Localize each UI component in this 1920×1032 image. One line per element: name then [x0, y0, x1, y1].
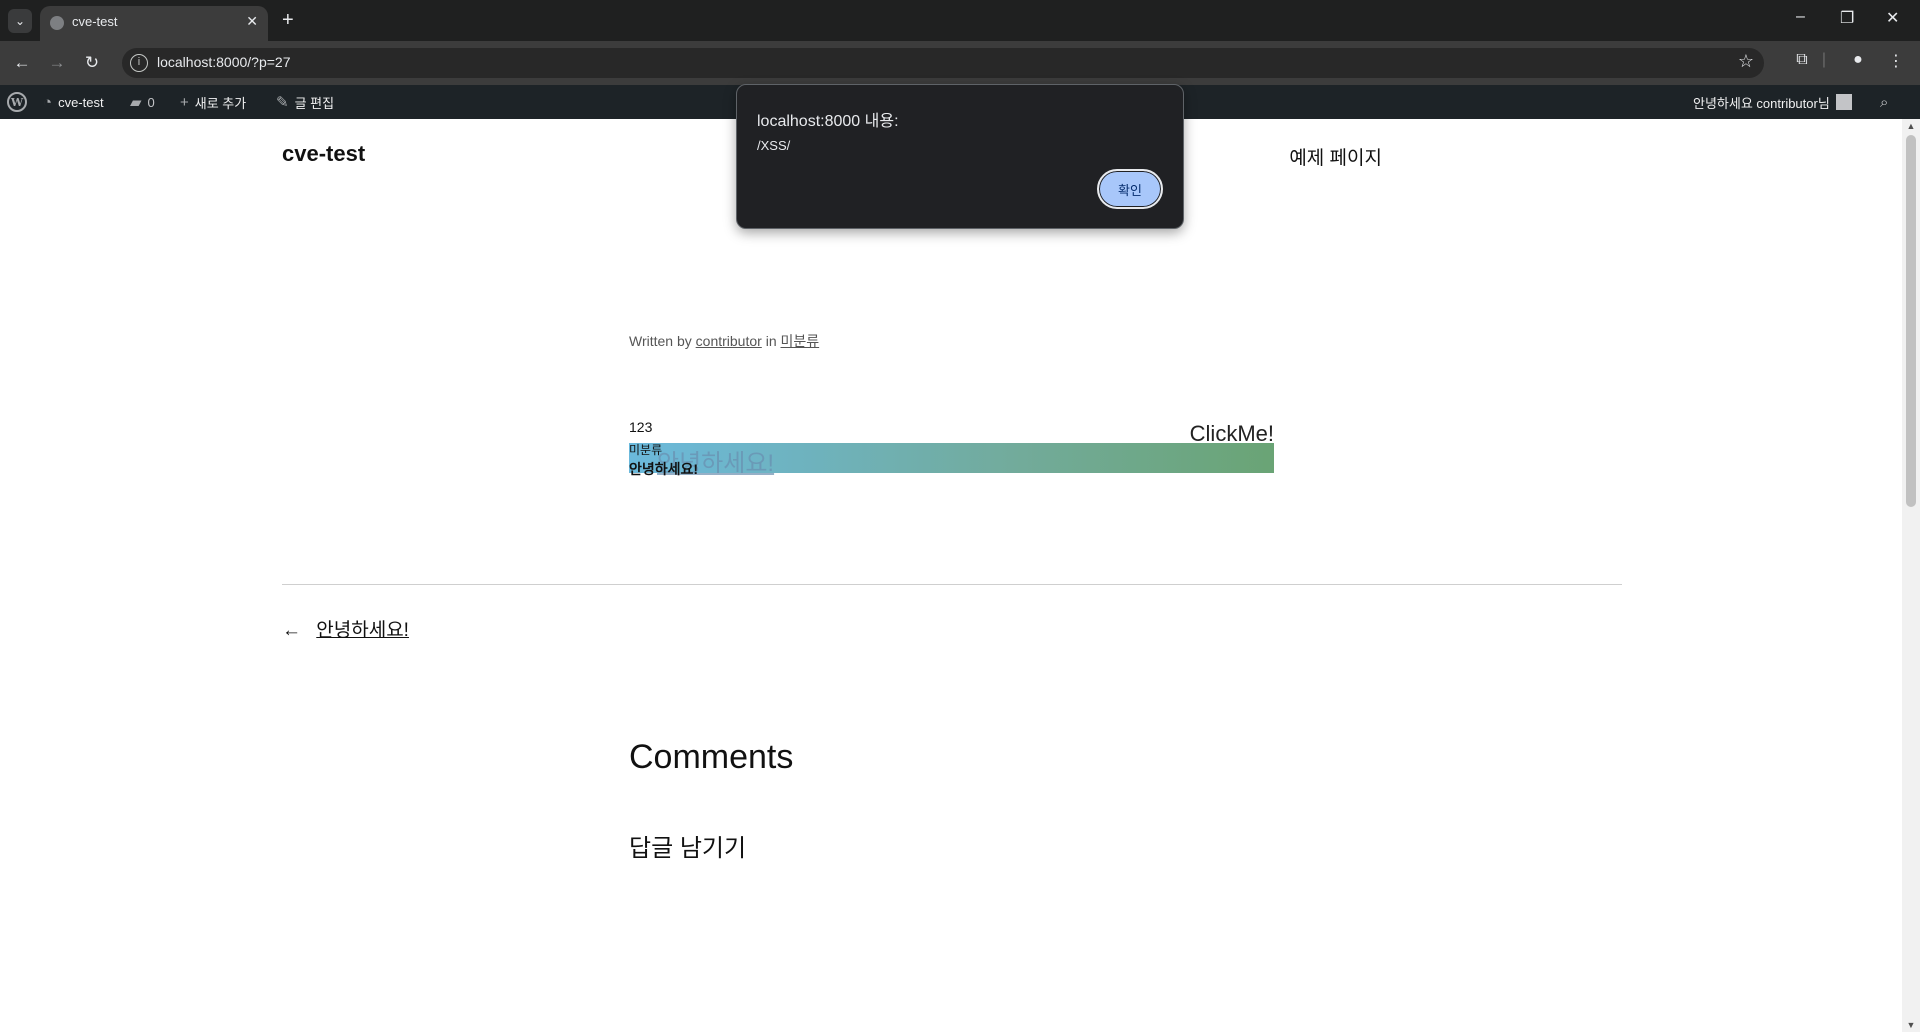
byline-in: in — [765, 333, 777, 349]
reply-heading: 답글 남기기 — [629, 835, 747, 862]
small-category-text: 미분류 — [629, 443, 663, 457]
comments-heading: Comments — [629, 738, 794, 776]
extensions-puzzle-icon[interactable]: ⧉ — [1790, 51, 1814, 69]
dialog-message: /XSS/ — [757, 138, 791, 153]
previous-post-title[interactable]: 안녕하세요! — [316, 620, 409, 641]
comment-bubble-icon: ▰ — [130, 94, 142, 111]
admin-bar-comments[interactable]: ▰ 0 — [130, 85, 155, 119]
window-close-icon[interactable]: ✕ — [1886, 8, 1899, 28]
dialog-heading: localhost:8000 내용: — [757, 113, 899, 130]
admin-bar-greeting: 안녕하세요 contributor님 — [1693, 95, 1830, 111]
admin-bar-site-name: cve-test — [58, 94, 104, 110]
admin-bar-account[interactable]: 안녕하세요 contributor님 — [1693, 85, 1852, 119]
browser-tabbar: ⌄ cve-test ✕ + – ❐ ✕ — [0, 0, 1920, 41]
comments-count: 0 — [147, 94, 155, 110]
tab-search-chevron-icon[interactable]: ⌄ — [8, 9, 32, 33]
bold-hello-text: 안녕하세요! — [629, 461, 699, 477]
plus-icon: + — [180, 93, 189, 111]
page-content: cve-test 예제 페이지 Written by contributor i… — [0, 119, 1902, 1032]
alert-dialog: localhost:8000 내용: /XSS/ 확인 — [736, 84, 1184, 229]
reload-icon[interactable]: ↻ — [80, 51, 104, 75]
search-icon: ⌕ — [1880, 93, 1889, 111]
admin-bar-search[interactable]: ⌕ — [1880, 85, 1888, 119]
post-byline: Written by contributor in 미분류 — [629, 331, 819, 351]
tab-close-icon[interactable]: ✕ — [246, 13, 258, 30]
bookmark-star-icon[interactable]: ☆ — [1738, 51, 1754, 72]
previous-post-link[interactable]: ← 안녕하세요! — [282, 615, 409, 642]
pencil-icon: ✎ — [276, 94, 289, 111]
scroll-up-arrow-icon[interactable]: ▲ — [1902, 121, 1920, 131]
admin-bar-edit-label: 글 편집 — [294, 95, 335, 111]
left-arrow-icon: ← — [282, 620, 301, 641]
author-link[interactable]: contributor — [696, 333, 762, 349]
nav-link-example-page[interactable]: 예제 페이지 — [1289, 143, 1382, 170]
wp-menu[interactable]: W — [7, 85, 27, 119]
profile-icon[interactable]: ● — [1846, 51, 1870, 69]
admin-bar-site[interactable]: ◔ cve-test — [43, 85, 104, 119]
globe-icon — [50, 16, 64, 30]
forward-arrow-icon[interactable]: → — [45, 51, 69, 75]
wordpress-logo-icon: W — [7, 92, 27, 112]
clickme-link[interactable]: ClickMe! — [1190, 421, 1274, 447]
minimize-icon[interactable]: – — [1796, 8, 1805, 26]
dialog-ok-button[interactable]: 확인 — [1097, 169, 1163, 209]
scrollbar-thumb[interactable] — [1906, 135, 1916, 507]
address-bar[interactable]: i localhost:8000/?p=27 ☆ — [122, 48, 1764, 78]
browser-toolbar: ← → ↻ i localhost:8000/?p=27 ☆ ⧉ | ● ⋮ — [0, 41, 1920, 85]
avatar — [1835, 94, 1852, 110]
more-menu-icon[interactable]: ⋮ — [1884, 51, 1908, 71]
new-tab-plus-icon[interactable]: + — [282, 8, 294, 32]
post-number-text: 123 — [629, 419, 653, 435]
admin-bar-new[interactable]: + 새로 추가 — [180, 85, 246, 119]
toolbar-divider: | — [1821, 51, 1827, 68]
back-arrow-icon[interactable]: ← — [10, 51, 34, 75]
category-link[interactable]: 미분류 — [781, 333, 820, 349]
admin-bar-edit[interactable]: ✎ 글 편집 — [276, 85, 334, 119]
admin-bar-new-label: 새로 추가 — [194, 95, 247, 111]
site-info-icon[interactable]: i — [130, 54, 148, 72]
scroll-down-arrow-icon[interactable]: ▼ — [1902, 1020, 1920, 1030]
byline-written-by: Written by — [629, 333, 692, 349]
browser-tab[interactable]: cve-test ✕ — [40, 6, 268, 41]
tab-title: cve-test — [72, 14, 118, 29]
section-divider — [282, 584, 1622, 585]
dashboard-gauge-icon: ◔ — [43, 93, 53, 111]
page-scrollbar[interactable]: ▲ ▼ — [1902, 119, 1920, 1032]
url-text[interactable]: localhost:8000/?p=27 — [157, 54, 291, 70]
site-title[interactable]: cve-test — [282, 141, 365, 167]
post-body: 123 안녕하세요! 미분류 안녕하세요! ClickMe! — [629, 419, 1274, 499]
restore-icon[interactable]: ❐ — [1840, 8, 1854, 28]
